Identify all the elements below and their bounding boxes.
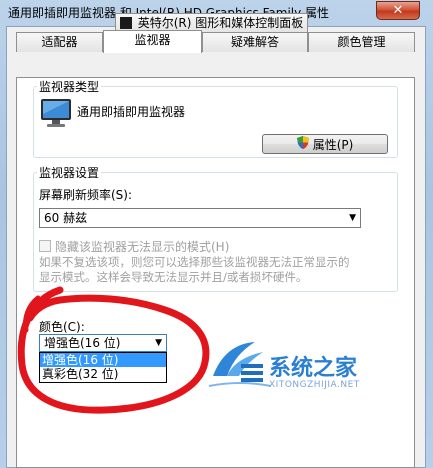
monitor-type-title: 监视器类型 <box>37 78 102 95</box>
refresh-rate-select[interactable]: 60 赫兹 ▼ <box>39 208 361 228</box>
chevron-down-icon: ▼ <box>155 338 162 348</box>
intel-icon <box>119 17 132 29</box>
monitor-name: 通用即插即用监视器 <box>77 105 186 119</box>
watermark-name: 系统之家 <box>269 356 358 381</box>
refresh-rate-label: 屏幕刷新频率(S): <box>39 188 133 202</box>
warning-text-line2: 显示模式。这样会导致无法显示并且/或者损坏硬件。 <box>39 270 308 284</box>
hide-modes-checkbox[interactable] <box>39 240 51 252</box>
monitor-tab-panel: 监视器类型 通用即插即用监视器 属性(P) 监视器设置 屏幕刷新频率(S): 6… <box>16 77 415 468</box>
xitongzhijia-logo <box>205 336 275 396</box>
tab-troubleshoot[interactable]: 疑难解答 <box>202 32 308 52</box>
color-option-32bit[interactable]: 真彩色(32 位) <box>40 367 166 381</box>
tab-monitor[interactable]: 监视器 <box>103 30 202 53</box>
monitor-icon <box>39 98 73 130</box>
tab-adapter[interactable]: 适配器 <box>16 32 103 52</box>
monitor-settings-title: 监视器设置 <box>37 164 102 181</box>
colors-select[interactable]: 增强色(16 位) ▼ <box>39 334 167 352</box>
colors-dropdown-list: 增强色(16 位) 真彩色(32 位) <box>39 352 167 383</box>
properties-button[interactable]: 属性(P) <box>262 134 388 154</box>
hide-modes-label: 隐藏该监视器无法显示的模式(H) <box>55 240 230 254</box>
warning-text-line1: 如果不复选该项，则您可以选择那些该监视器无法正常显示的 <box>39 255 350 269</box>
shield-icon <box>296 136 309 152</box>
close-icon: ✕ <box>392 3 404 18</box>
colors-label: 颜色(C): <box>39 320 85 334</box>
tab-color-management[interactable]: 颜色管理 <box>308 32 415 52</box>
watermark-url: XITONGZHIJIA.NET <box>269 380 360 390</box>
close-button[interactable]: ✕ <box>376 1 420 20</box>
color-option-16bit[interactable]: 增强色(16 位) <box>40 353 166 367</box>
chevron-down-icon: ▼ <box>349 213 356 223</box>
